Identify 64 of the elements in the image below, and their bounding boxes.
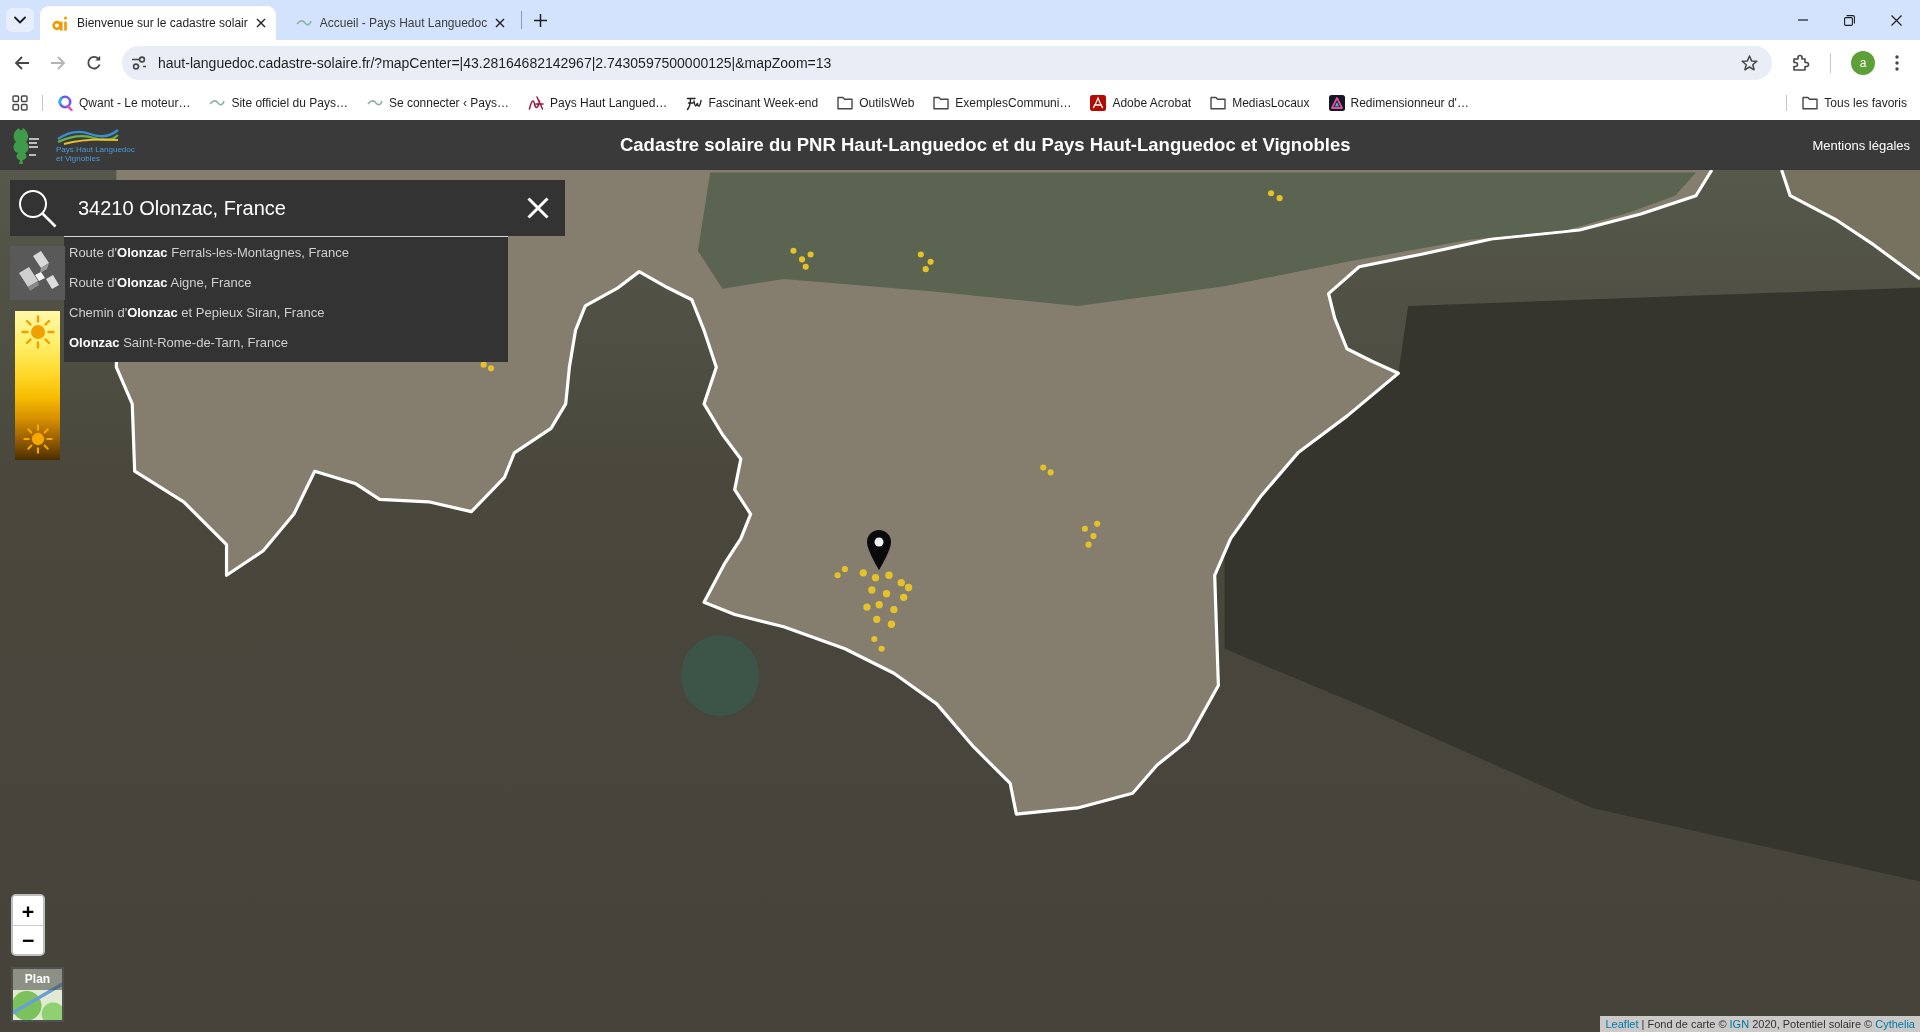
menu-icon[interactable] bbox=[1895, 54, 1899, 71]
restore-icon[interactable] bbox=[1844, 14, 1855, 26]
folder-icon bbox=[837, 95, 854, 110]
building-cluster bbox=[1267, 190, 1283, 202]
tile-logo-icon bbox=[1090, 94, 1107, 111]
suggestion-item[interactable]: Route d'Olonzac Aigne, France bbox=[64, 268, 508, 298]
tile-logo-icon bbox=[1328, 94, 1345, 111]
extensions-icon[interactable] bbox=[1792, 53, 1810, 72]
bookmark-star-icon[interactable] bbox=[1741, 54, 1758, 71]
bookmark-item[interactable]: MediasLocaux bbox=[1203, 91, 1317, 114]
address-bar[interactable]: haut-languedoc.cadastre-solaire.fr/?mapCenter=|43.28164682142967|2.7430597500000125|&mapZoom=13 bbox=[122, 45, 1772, 80]
bookmark-item[interactable]: Site officiel du Pays… bbox=[202, 91, 355, 114]
bookmark-item[interactable]: Pays Haut Langued… bbox=[520, 90, 675, 115]
buildings-icon[interactable] bbox=[10, 246, 65, 300]
site-logo-icon bbox=[52, 15, 69, 31]
suggestion-item[interactable]: Olonzac Saint-Rome-de-Tarn, France bbox=[64, 328, 508, 358]
sun-icon bbox=[20, 315, 55, 349]
bookmark-item[interactable]: Qwant - Le moteur… bbox=[51, 90, 198, 115]
bookmark-item[interactable]: Fascinant Week-end bbox=[679, 90, 826, 115]
tab-list-button[interactable] bbox=[6, 8, 34, 32]
reload-icon[interactable] bbox=[86, 54, 102, 71]
all-bookmarks-folder[interactable]: Tous les favoris bbox=[1795, 91, 1914, 114]
search-field[interactable]: 34210 Olonzac, France bbox=[10, 180, 565, 236]
folder-icon bbox=[933, 95, 950, 110]
bookmark-item[interactable]: OutilsWeb bbox=[830, 91, 922, 114]
wave-logo-icon bbox=[366, 98, 383, 107]
bookmark-item[interactable]: ExemplesCommuni… bbox=[926, 91, 1079, 114]
sun-icon bbox=[22, 424, 53, 454]
browser-tab[interactable]: Bienvenue sur le cadastre solair bbox=[40, 6, 276, 40]
folder-icon bbox=[1210, 95, 1227, 110]
close-icon[interactable] bbox=[1891, 14, 1902, 26]
building-cluster bbox=[1081, 520, 1101, 548]
legal-notice-link[interactable]: Mentions légales bbox=[1812, 137, 1910, 153]
ring-logo-icon bbox=[58, 94, 73, 111]
building-cluster bbox=[480, 361, 495, 372]
browser-tab[interactable]: Accueil - Pays Haut Languedoc bbox=[283, 6, 516, 40]
search-icon[interactable] bbox=[17, 188, 57, 228]
site-info-icon[interactable] bbox=[131, 54, 147, 71]
page-title: Cadastre solaire du PNR Haut-Languedoc et du Pays Haut-Languedoc et Vignobles bbox=[618, 134, 1352, 156]
bookmark-item[interactable]: Adobe Acrobat bbox=[1083, 90, 1199, 115]
building-cluster bbox=[790, 247, 814, 270]
new-tab-icon[interactable] bbox=[534, 13, 548, 27]
wave-logo-icon bbox=[295, 19, 312, 27]
logo-text: Pays Haut Languedoc bbox=[56, 145, 135, 154]
close-icon[interactable] bbox=[255, 18, 266, 28]
bookmark-item[interactable]: Se connecter ‹ Pays… bbox=[359, 91, 516, 114]
chevron-down-icon bbox=[14, 16, 26, 24]
logo-text: et Vignobles bbox=[56, 154, 100, 163]
folder-icon bbox=[1802, 95, 1819, 110]
script-logo-icon bbox=[527, 94, 544, 111]
map-pin-icon bbox=[867, 530, 891, 570]
building-cluster bbox=[917, 251, 934, 273]
search-input[interactable]: 34210 Olonzac, France bbox=[78, 193, 515, 223]
zoom-out-button[interactable]: − bbox=[13, 925, 43, 954]
hills-logo-icon bbox=[56, 127, 120, 145]
back-icon[interactable] bbox=[14, 54, 30, 71]
apps-grid-icon[interactable] bbox=[12, 94, 28, 111]
wave-logo-icon bbox=[209, 98, 226, 107]
suggestion-item[interactable]: Route d'Olonzac Ferrals-les-Montagnes, France bbox=[64, 238, 508, 268]
suggestion-item[interactable]: Chemin d'Olonzac et Pepieux Siran, France bbox=[64, 298, 508, 328]
attribution-text: Leaflet | Fond de carte © IGN 2020, Potentiel solaire © Cythelia bbox=[1600, 1016, 1920, 1032]
bookmark-item[interactable]: Redimensionneur d'… bbox=[1321, 90, 1476, 115]
building-cluster bbox=[1040, 464, 1054, 476]
close-icon[interactable] bbox=[495, 18, 506, 28]
